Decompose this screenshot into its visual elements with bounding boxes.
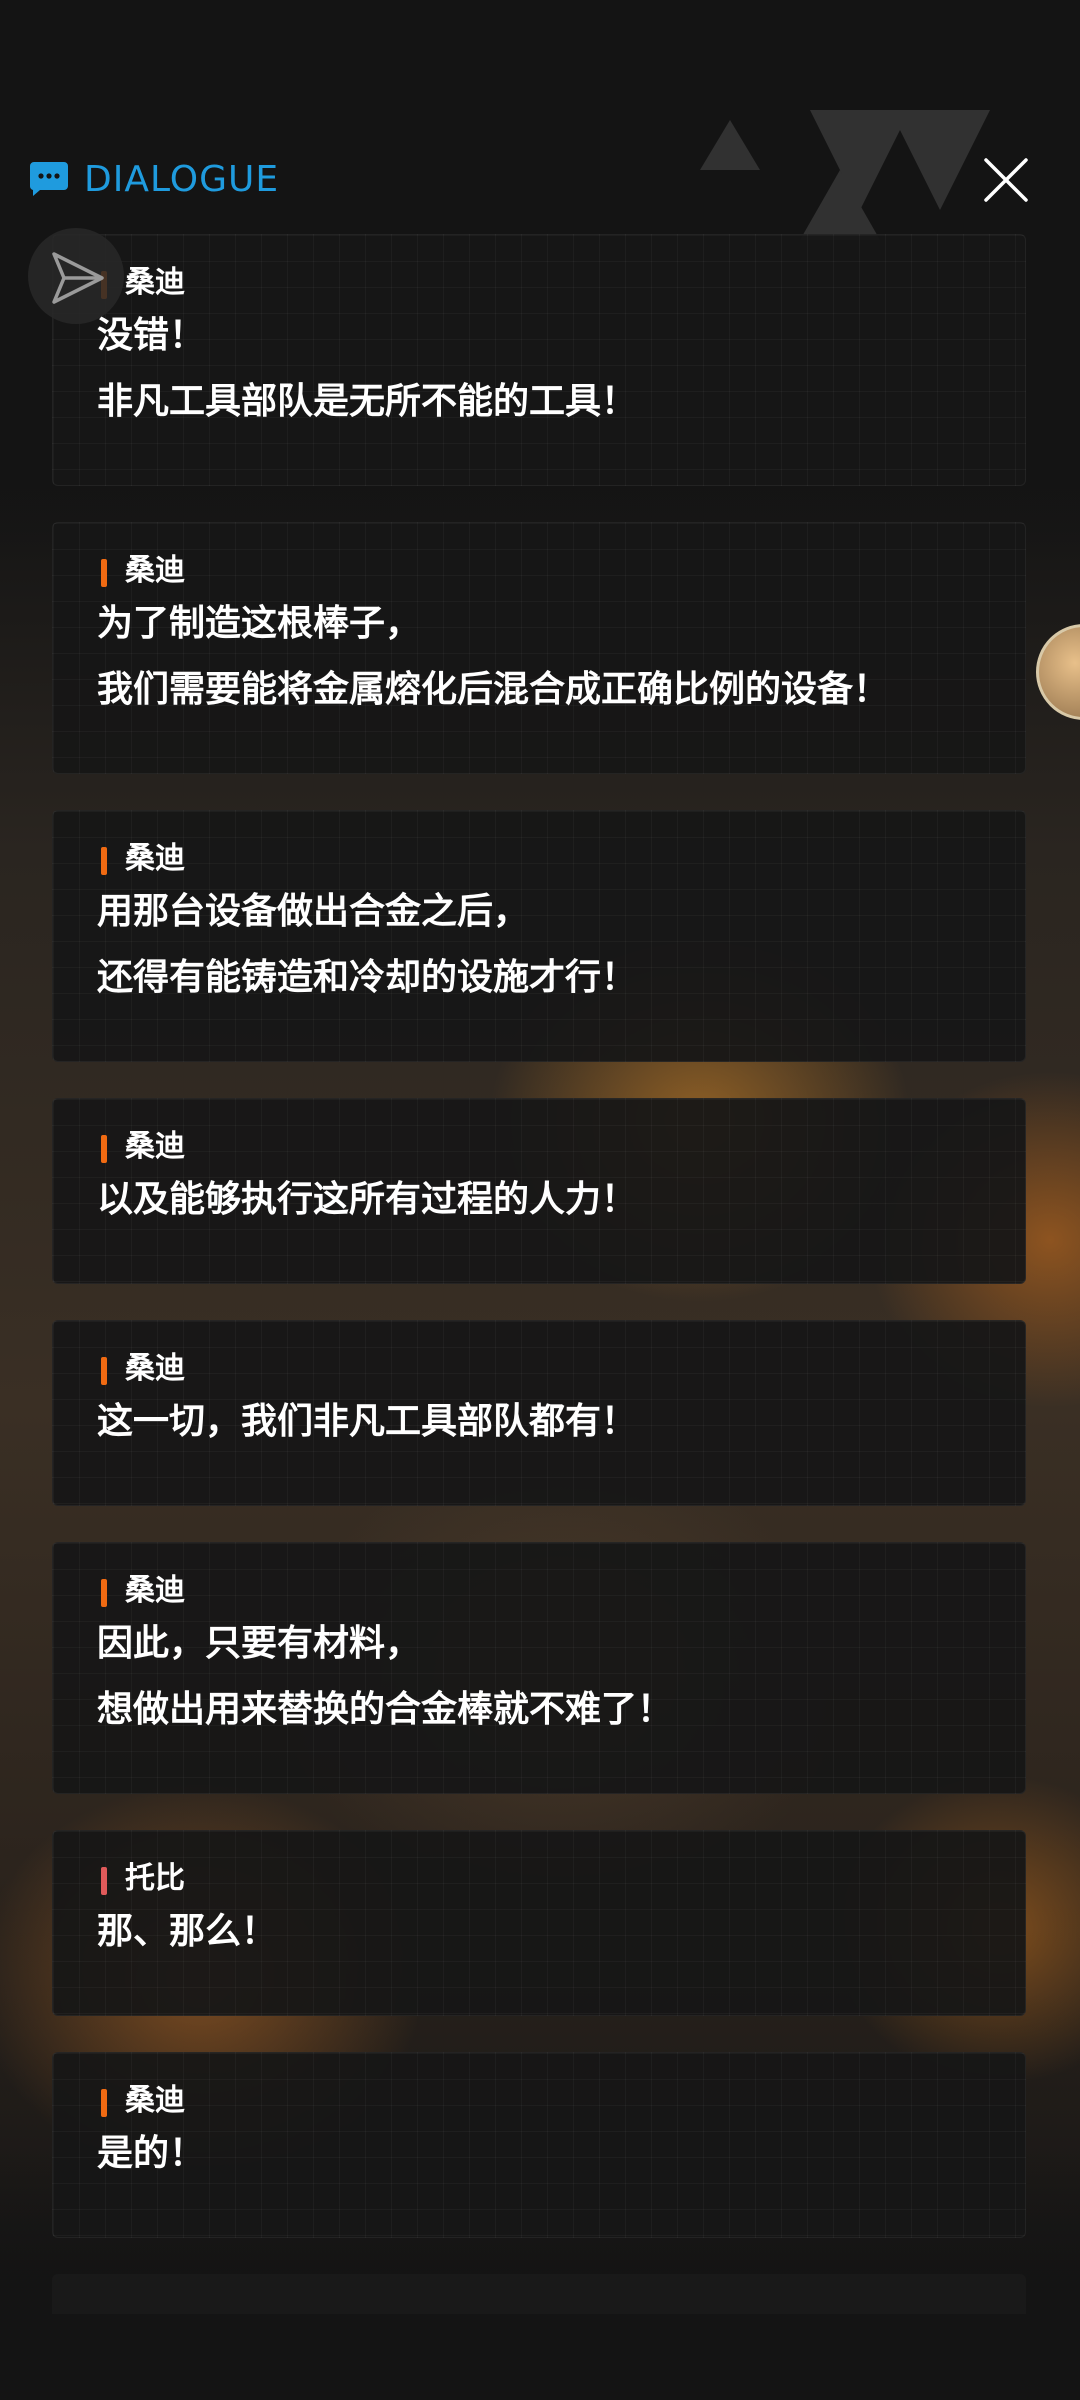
speaker-name: 桑迪	[125, 1351, 185, 1386]
speaker-indicator-bar	[101, 1579, 107, 1607]
speaker-indicator-bar	[101, 1135, 107, 1163]
dialogue-text-line: 想做出用来替换的合金棒就不难了！	[97, 1689, 674, 1730]
dialogue-text-line: 非凡工具部队是无所不能的工具！	[97, 381, 638, 422]
speaker-indicator-bar	[101, 2089, 107, 2117]
speaker-name: 桑迪	[125, 1129, 185, 1164]
speaker-name: 桑迪	[125, 553, 185, 588]
dialogue-card: 桑迪因此，只要有材料， 想做出用来替换的合金棒就不难了！	[52, 1542, 1026, 1794]
speaker-name: 桑迪	[125, 265, 185, 300]
close-icon[interactable]	[980, 154, 1032, 206]
speaker-indicator-bar	[101, 1357, 107, 1385]
speaker-indicator-bar	[101, 559, 107, 587]
dialogue-text-line: 用那台设备做出合金之后，	[97, 891, 530, 932]
dialogue-card: 桑迪是的！	[52, 2052, 1026, 2238]
dialogue-text-line: 这一切，我们非凡工具部队都有！	[97, 1401, 638, 1442]
dialogue-header: DIALOGUE	[0, 140, 1080, 220]
speaker-name: 托比	[125, 1861, 185, 1896]
send-icon	[52, 252, 104, 304]
speaker-name: 桑迪	[125, 2083, 185, 2118]
speaker-indicator-bar	[101, 1867, 107, 1895]
dialogue-card: 桑迪这一切，我们非凡工具部队都有！	[52, 1320, 1026, 1506]
chat-bubble-icon	[30, 162, 68, 196]
dialogue-list: 桑迪 没错！ 非凡工具部队是无所不能的工具！ 桑迪 为了制造这根棒子， 我们需要能将金属熔…	[52, 0, 1028, 2400]
send-button[interactable]	[28, 228, 124, 324]
dialogue-title: DIALOGUE	[84, 159, 280, 200]
dialogue-text-line: 那、那么！	[97, 1911, 278, 1952]
dialogue-card-partial	[52, 2274, 1026, 2314]
dialogue-text-line: 以及能够执行这所有过程的人力！	[97, 1179, 638, 1220]
dialogue-card: 托比那、那么！	[52, 1830, 1026, 2016]
dialogue-text-line: 因此，只要有材料，	[97, 1623, 422, 1664]
dialogue-card: 桑迪没错！ 非凡工具部队是无所不能的工具！	[52, 234, 1026, 486]
dialogue-text-line: 为了制造这根棒子，	[97, 603, 422, 644]
dialogue-card: 桑迪以及能够执行这所有过程的人力！	[52, 1098, 1026, 1284]
dialogue-text-line: 没错！	[97, 315, 206, 356]
speaker-name: 桑迪	[125, 1573, 185, 1608]
dialogue-text-line: 还得有能铸造和冷却的设施才行！	[97, 957, 638, 998]
speaker-name: 桑迪	[125, 841, 185, 876]
dialogue-text-line: 我们需要能将金属熔化后混合成正确比例的设备！	[97, 669, 890, 710]
speaker-indicator-bar	[101, 847, 107, 875]
dialogue-text-line: 是的！	[97, 2133, 206, 2174]
dialogue-card: 桑迪用那台设备做出合金之后， 还得有能铸造和冷却的设施才行！	[52, 810, 1026, 1062]
dialogue-card: 桑迪为了制造这根棒子， 我们需要能将金属熔化后混合成正确比例的设备！	[52, 522, 1026, 774]
